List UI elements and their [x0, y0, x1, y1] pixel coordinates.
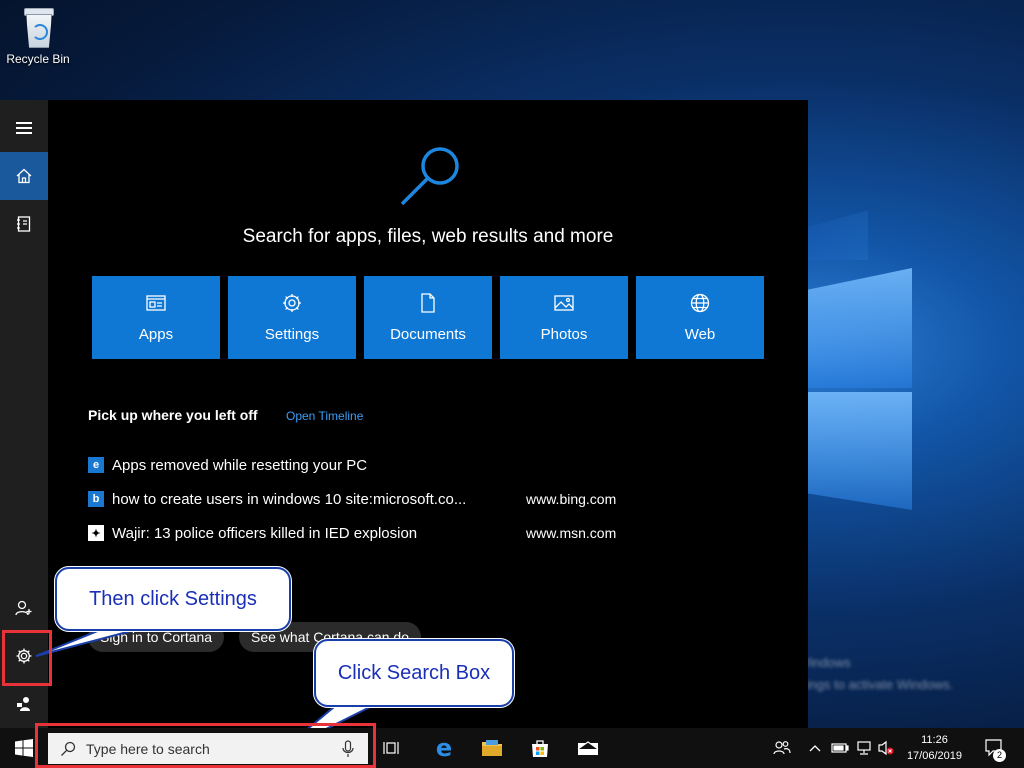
callout-search: Click Search Box — [314, 639, 514, 707]
windows-logo-icon — [15, 739, 33, 757]
people-icon — [773, 741, 791, 755]
clock-time: 11:26 — [921, 734, 948, 746]
volume-muted-icon — [878, 740, 894, 756]
edge-taskbar-button[interactable]: e — [424, 728, 464, 768]
task-view-button[interactable] — [376, 728, 408, 768]
search-highlight-box — [35, 723, 376, 768]
clock-date: 17/06/2019 — [906, 750, 962, 762]
mail-button[interactable] — [568, 728, 608, 768]
volume-button[interactable] — [876, 728, 896, 768]
notification-count-badge: 2 — [993, 749, 1006, 762]
chevron-up-icon — [809, 745, 821, 752]
people-button[interactable] — [768, 728, 796, 768]
mail-icon — [577, 741, 599, 755]
store-button[interactable] — [520, 728, 560, 768]
action-center-button[interactable] — [980, 728, 1010, 768]
folder-icon — [482, 740, 502, 756]
clock[interactable]: 11:26 17/06/2019 — [907, 732, 962, 764]
callout-settings: Then click Settings — [55, 567, 291, 631]
network-icon — [857, 741, 871, 755]
battery-icon — [831, 743, 849, 753]
network-button[interactable] — [854, 728, 874, 768]
battery-button[interactable] — [830, 728, 850, 768]
store-icon — [532, 740, 548, 757]
task-view-icon — [383, 742, 399, 754]
settings-highlight-box — [2, 630, 52, 686]
show-hidden-icons-button[interactable] — [806, 728, 824, 768]
edge-icon: e — [435, 734, 453, 762]
file-explorer-button[interactable] — [472, 728, 512, 768]
